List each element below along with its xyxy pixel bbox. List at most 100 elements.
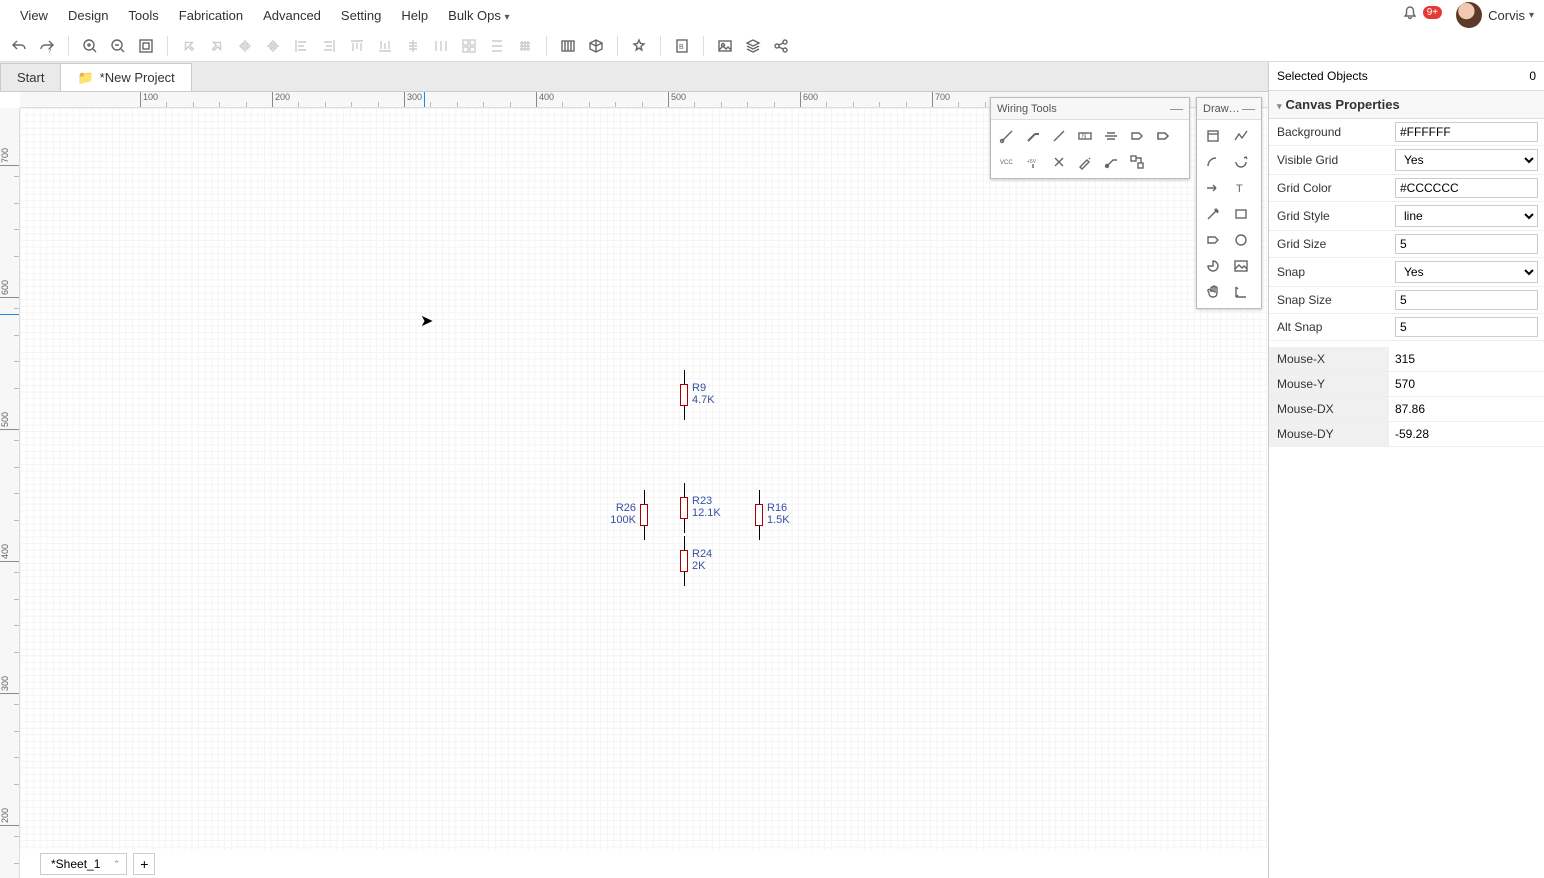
component-r24[interactable]: R242K [680,536,688,586]
zoom-in-button[interactable] [77,33,103,59]
rotate-right-button[interactable] [204,33,230,59]
bell-icon [1402,5,1418,21]
align-grid-button[interactable] [512,33,538,59]
sheet-tab[interactable]: *Sheet_1⌃ [40,853,127,875]
prop-altsnap-input[interactable] [1395,317,1538,337]
wiring-tools-palette[interactable]: Wiring Tools — N VCC +5V [990,97,1190,179]
rect-tool[interactable] [1229,202,1253,226]
schematic-canvas[interactable]: R94.7K R26100K R2312.1K R161.5K R242K ➤ [20,108,1268,850]
wire-tool[interactable] [995,124,1019,148]
pan-tool[interactable] [1201,280,1225,304]
palette-minimize-icon[interactable]: — [1242,101,1255,116]
zoom-out-button[interactable] [105,33,131,59]
image-button[interactable] [712,33,738,59]
prop-gridcolor-label: Grid Color [1269,176,1389,200]
line-tool[interactable] [1047,124,1071,148]
port-tool[interactable] [1125,124,1149,148]
freehand-tool[interactable] [1201,202,1225,226]
menu-help[interactable]: Help [391,2,438,29]
prop-gridstyle-select[interactable]: line [1395,205,1538,227]
align-top-button[interactable] [344,33,370,59]
selected-objects-count: 0 [1529,69,1536,83]
probe-tool[interactable] [1073,150,1097,174]
ellipse-tool[interactable] [1229,228,1253,252]
menu-design[interactable]: Design [58,2,118,29]
tab-start[interactable]: Start [0,63,61,91]
share-button[interactable] [768,33,794,59]
library-button[interactable] [555,33,581,59]
menu-fabrication[interactable]: Fabrication [169,2,253,29]
sheet-menu-caret-icon[interactable]: ⌃ [113,859,121,870]
prop-snapsize-input[interactable] [1395,290,1538,310]
tab-new-project[interactable]: 📁 *New Project [60,63,191,91]
undo-button[interactable] [6,33,32,59]
global-label-tool[interactable] [1151,124,1175,148]
polygon-tool[interactable] [1201,228,1225,252]
redo-button[interactable]: ? [34,33,60,59]
prop-background-label: Background [1269,120,1389,144]
distribute-v-button[interactable] [484,33,510,59]
align-left-button[interactable] [288,33,314,59]
avatar[interactable] [1456,2,1482,28]
gnd-tool[interactable]: +5V [1021,150,1045,174]
image-tool[interactable] [1229,254,1253,278]
user-menu-caret-icon[interactable]: ▾ [1529,10,1534,21]
component-r9[interactable]: R94.7K [680,370,688,420]
mouse-dy-value: -59.28 [1389,424,1544,444]
add-sheet-button[interactable]: + [133,853,155,875]
prop-visiblegrid-select[interactable]: Yes [1395,149,1538,171]
prop-background-input[interactable] [1395,122,1538,142]
pie-tool[interactable] [1201,254,1225,278]
bom-button[interactable]: B [669,33,695,59]
arc-tool[interactable] [1201,150,1225,174]
menu-tools[interactable]: Tools [118,2,168,29]
rotate-left-button[interactable] [176,33,202,59]
zoom-fit-button[interactable] [133,33,159,59]
flip-h-button[interactable] [232,33,258,59]
distribute-h-button[interactable] [428,33,454,59]
text-tool[interactable]: T [1229,176,1253,200]
prop-snap-select[interactable]: Yes [1395,261,1538,283]
mouse-dx-label: Mouse-DX [1269,397,1389,421]
component-r16[interactable]: R161.5K [755,490,763,540]
align-bottom-button[interactable] [372,33,398,59]
palette-minimize-icon[interactable]: — [1170,101,1183,116]
component-r23[interactable]: R2312.1K [680,483,688,533]
svg-text:N: N [1082,134,1086,140]
distribute-grid-button[interactable] [456,33,482,59]
sheet-tool[interactable] [1201,124,1225,148]
align-center-h-button[interactable] [400,33,426,59]
menu-advanced[interactable]: Advanced [253,2,331,29]
svg-text:?: ? [48,49,52,54]
notification-bell[interactable]: 9+ [1402,5,1442,26]
dimension-tool[interactable] [1229,280,1253,304]
canvas-properties-header[interactable]: ▾Canvas Properties [1269,91,1544,119]
polyline-tool[interactable] [1229,124,1253,148]
layers-button[interactable] [740,33,766,59]
menu-view[interactable]: View [10,2,58,29]
flip-v-button[interactable] [260,33,286,59]
component-r26[interactable]: R26100K [640,490,648,540]
group-tool[interactable] [1125,150,1149,174]
vcc-tool[interactable]: VCC [995,150,1019,174]
wiring-title: Wiring Tools [997,103,1057,115]
arc2-tool[interactable] [1229,150,1253,174]
auto-route-button[interactable] [626,33,652,59]
arrow-tool[interactable] [1201,176,1225,200]
prop-gridsize-input[interactable] [1395,234,1538,254]
align-right-button[interactable] [316,33,342,59]
junction-tool[interactable] [1099,150,1123,174]
netlabel-tool[interactable]: N [1073,124,1097,148]
drawing-tools-palette[interactable]: Drawi…— T [1196,97,1262,309]
3d-view-button[interactable] [583,33,609,59]
netflag-tool[interactable] [1099,124,1123,148]
noconnect-tool[interactable] [1047,150,1071,174]
prop-snap-label: Snap [1269,260,1389,284]
menu-setting[interactable]: Setting [331,2,391,29]
mouse-dy-label: Mouse-DY [1269,422,1389,446]
bus-tool[interactable] [1021,124,1045,148]
menu-bulkops[interactable]: Bulk Ops ▾ [438,2,519,29]
user-name[interactable]: Corvis [1488,8,1525,23]
prop-gridcolor-input[interactable] [1395,178,1538,198]
notification-count: 9+ [1423,6,1442,19]
